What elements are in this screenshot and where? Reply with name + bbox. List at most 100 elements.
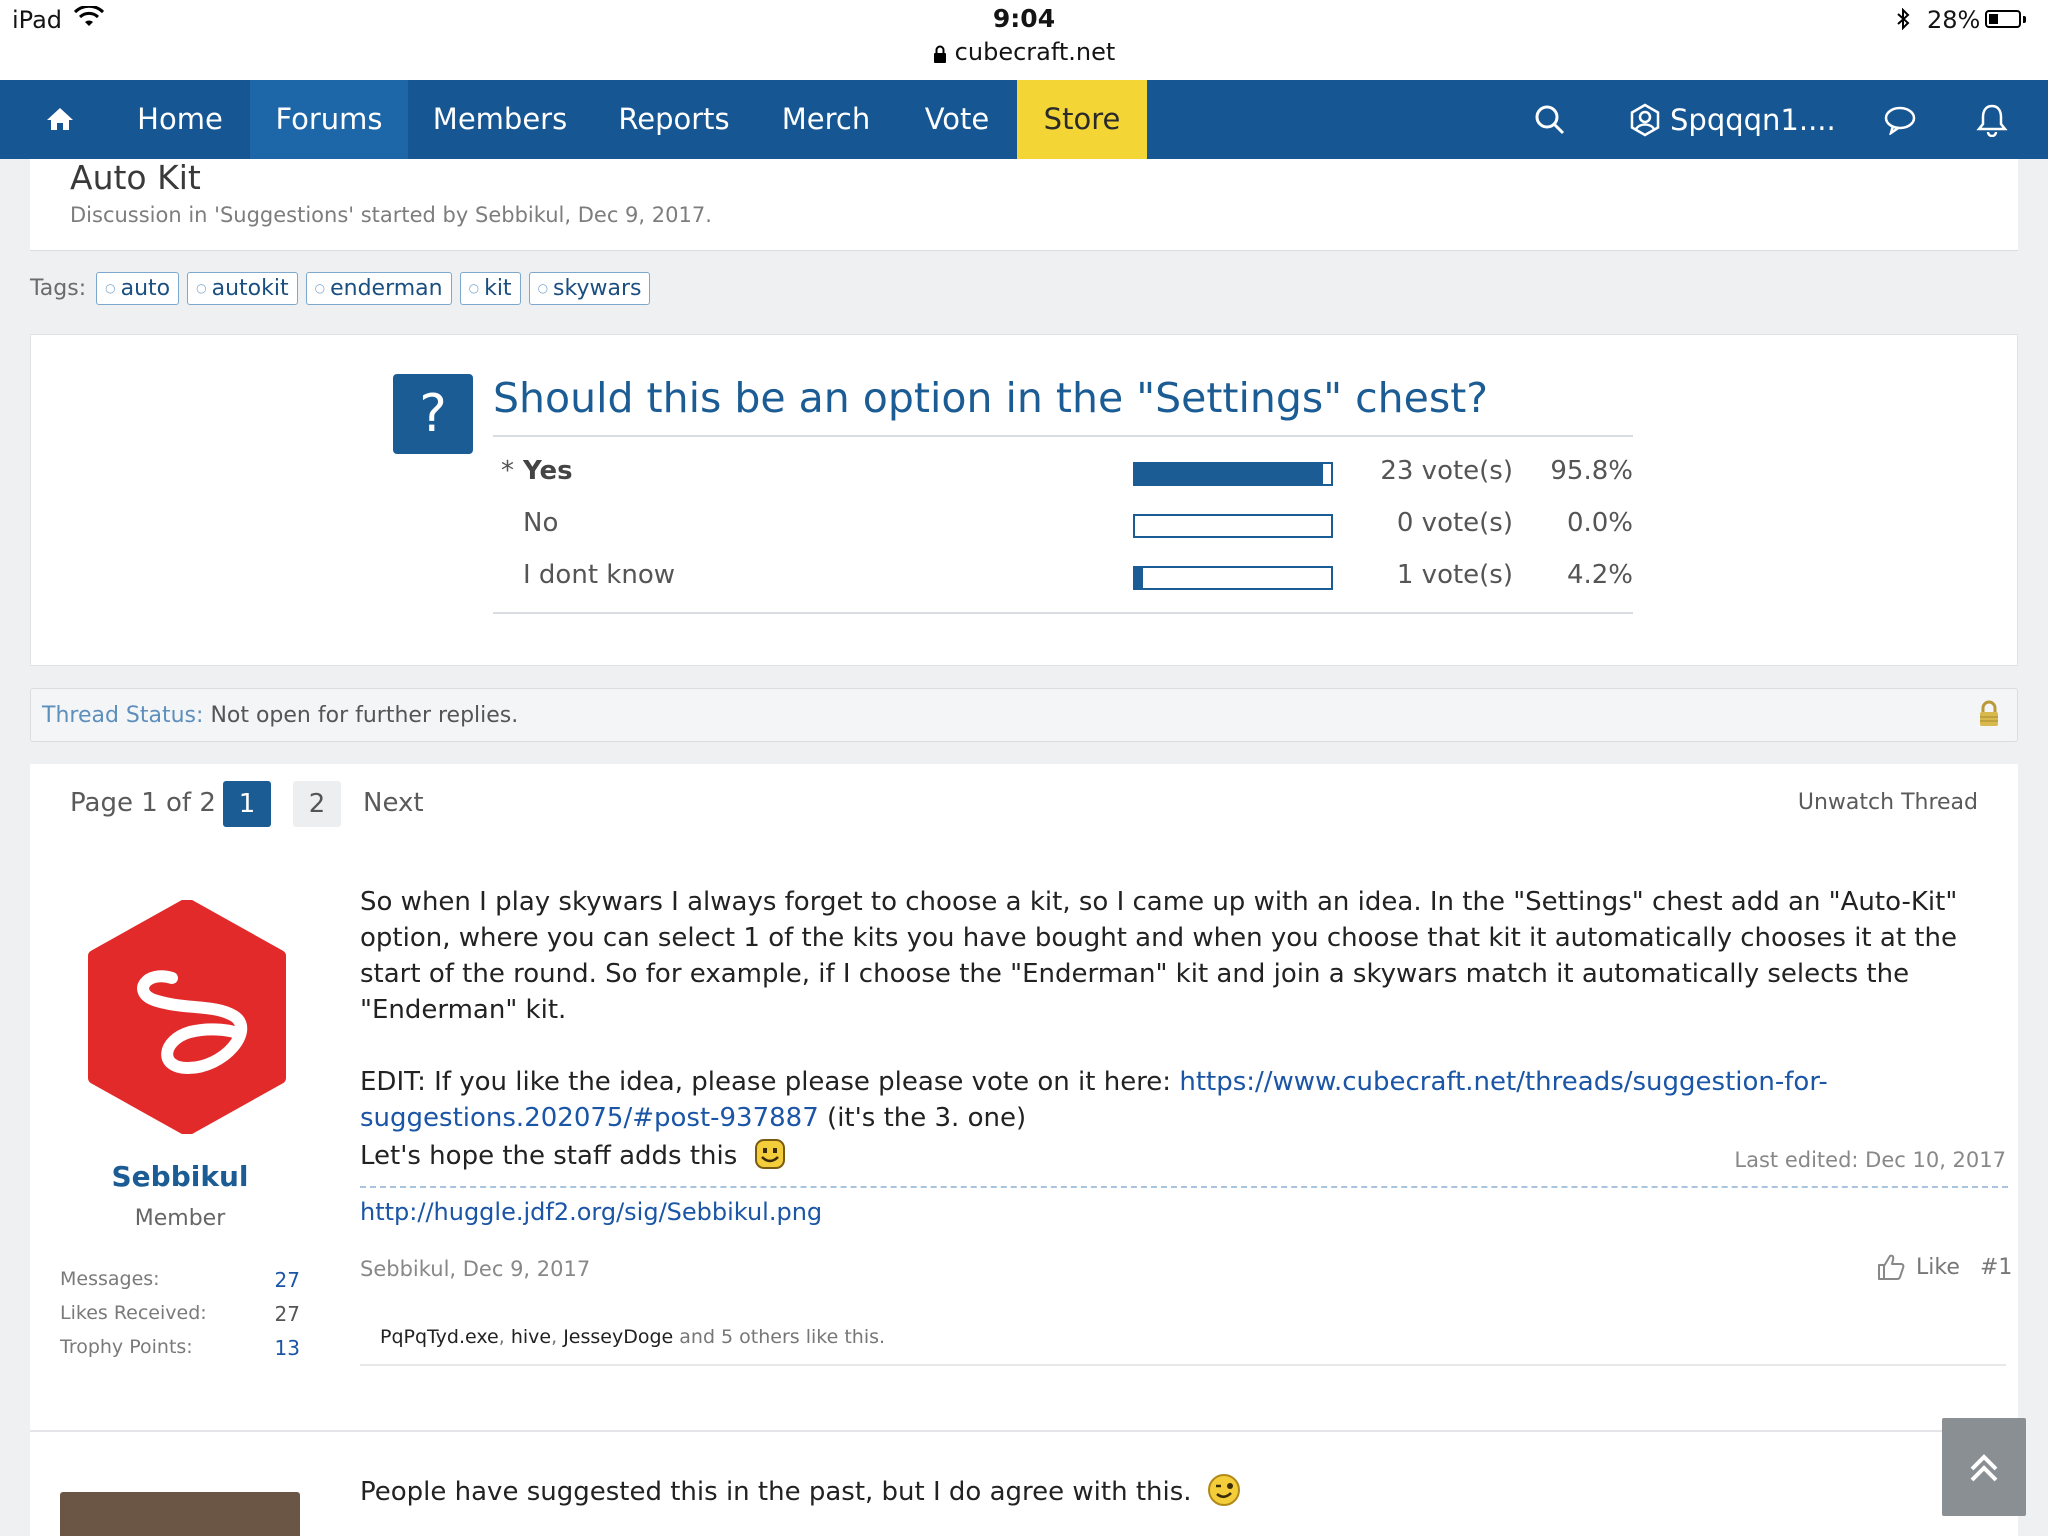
wink-emoji-icon (1206, 1472, 1242, 1508)
address-bar[interactable]: cubecraft.net (0, 38, 2048, 69)
user-avatar-icon (1630, 103, 1660, 136)
thread-status-text: Not open for further replies. (210, 703, 519, 728)
url-text: cubecraft.net (954, 38, 1116, 66)
lock-icon (933, 41, 947, 69)
poll-percent: 95.8% (1550, 456, 1633, 486)
poll-option-dont-know: I dont know 1 vote(s) 4.2% (493, 552, 1633, 604)
tags-label: Tags: (30, 276, 87, 301)
avatar[interactable] (60, 1492, 300, 1536)
edit-suffix: (it's the 3. one) (818, 1103, 1027, 1133)
post-author-username[interactable]: Sebbikul (60, 1160, 300, 1193)
poll-percent: 0.0% (1566, 508, 1633, 538)
nav-store[interactable]: Store (1017, 80, 1147, 159)
poll-bar (1133, 514, 1333, 538)
padlock-icon (1978, 700, 2000, 732)
poll-bar-fill (1135, 464, 1323, 484)
thread-status: Thread Status: Not open for further repl… (42, 703, 518, 728)
chat-bubble-icon (1884, 106, 1916, 135)
search-button[interactable] (1520, 80, 1580, 159)
poll-option-label: Yes (523, 456, 573, 486)
post-separator (30, 1430, 2018, 1432)
poll-votes: 23 vote(s) (1380, 456, 1513, 486)
stat-label: Likes Received: (60, 1302, 207, 1324)
thread-status-label: Thread Status: (42, 703, 204, 728)
post-text: People have suggested this in the past, … (360, 1477, 1192, 1507)
poll-bar (1133, 462, 1333, 486)
stat-value: 27 (274, 1302, 300, 1326)
tag-enderman[interactable]: enderman (305, 272, 452, 305)
thumbs-up-icon (1878, 1254, 1905, 1280)
battery-icon (1985, 10, 2021, 28)
last-edited: Last edited: Dec 10, 2017 (1734, 1148, 2006, 1172)
poll-option-label: No (523, 508, 559, 538)
poll-option-yes: * Yes 23 vote(s) 95.8% (493, 448, 1633, 500)
tag-auto[interactable]: auto (96, 272, 180, 305)
thread-title: Auto Kit (70, 158, 201, 197)
poll-divider-bottom (493, 612, 1633, 614)
unwatch-thread-link[interactable]: Unwatch Thread (1700, 790, 1978, 815)
post-meta[interactable]: Sebbikul, Dec 9, 2017 (360, 1257, 590, 1281)
liker-name[interactable]: PqPqTyd.exe (380, 1326, 499, 1348)
post-body: So when I play skywars I always forget t… (360, 884, 2000, 1174)
question-icon: ? (393, 374, 473, 454)
double-chevron-up-icon (1970, 1454, 1998, 1482)
hope-text: Let's hope the staff adds this (360, 1141, 738, 1171)
bluetooth-icon (1896, 7, 1910, 36)
poll-votes: 1 vote(s) (1396, 560, 1513, 590)
signature-link[interactable]: http://huggle.jdf2.org/sig/Sebbikul.png (360, 1198, 822, 1226)
account-menu[interactable]: Spqqqn1.... (1628, 80, 1838, 159)
scroll-to-top-button[interactable] (1942, 1418, 2026, 1516)
post-number[interactable]: #1 (1980, 1255, 2012, 1280)
next-page-link[interactable]: Next (363, 788, 424, 818)
nav-forums[interactable]: Forums (250, 80, 408, 159)
liker-name[interactable]: JesseyDoge (563, 1326, 673, 1348)
nav-vote[interactable]: Vote (900, 80, 1014, 159)
tag-list: Tags: auto autokit enderman kit skywars (30, 272, 651, 305)
nav-merch[interactable]: Merch (766, 80, 886, 159)
alerts-button[interactable] (1962, 80, 2022, 159)
liker-name[interactable]: hive (511, 1326, 551, 1348)
avatar[interactable] (84, 898, 290, 1136)
stat-value[interactable]: 13 (240, 1336, 300, 1360)
post-paragraph: So when I play skywars I always forget t… (360, 887, 1958, 1025)
edit-prefix: EDIT: If you like the idea, please pleas… (360, 1067, 1180, 1097)
battery-percent: 28% (1927, 6, 1981, 34)
page-1-button[interactable]: 1 (223, 781, 271, 827)
likes-suffix[interactable]: and 5 others like this. (679, 1326, 885, 1348)
thread-description: Discussion in 'Suggestions' started by S… (70, 203, 712, 227)
post-body: People have suggested this in the past, … (360, 1472, 1242, 1508)
clock: 9:04 (992, 4, 1056, 33)
poll-percent: 4.2% (1566, 560, 1633, 590)
conversations-button[interactable] (1870, 80, 1930, 159)
poll-bar-fill (1135, 568, 1144, 588)
poll-option-label: I dont know (523, 560, 675, 590)
page-indicator: Page 1 of 2 (70, 788, 216, 818)
nav-members[interactable]: Members (420, 80, 580, 159)
page-2-button[interactable]: 2 (293, 781, 341, 827)
post-author-title: Member (134, 1206, 226, 1231)
battery-tip (2023, 16, 2026, 23)
nav-reports[interactable]: Reports (596, 80, 752, 159)
smile-emoji-icon (752, 1136, 788, 1172)
home-nav-link[interactable] (0, 80, 120, 159)
poll-bar (1133, 566, 1333, 590)
home-icon (47, 108, 73, 130)
stat-value[interactable]: 27 (240, 1268, 300, 1292)
nav-home[interactable]: Home (120, 80, 240, 159)
like-button[interactable]: Like (1876, 1252, 1960, 1282)
stat-label: Messages: (60, 1268, 160, 1290)
poll-question: Should this be an option in the "Setting… (493, 374, 1489, 422)
poll-votes: 0 vote(s) (1396, 508, 1513, 538)
tag-kit[interactable]: kit (459, 272, 521, 305)
bell-icon (1976, 104, 2008, 137)
likes-text: PqPqTyd.exe, hive, JesseyDoge and 5 othe… (380, 1326, 886, 1348)
voted-marker: * (501, 456, 514, 486)
poll-divider-top (493, 435, 1633, 437)
main-nav: Home Forums Members Reports Merch Vote S… (0, 80, 2048, 159)
account-username: Spqqqn1.... (1670, 102, 1836, 137)
poll-option-no: No 0 vote(s) 0.0% (493, 500, 1633, 552)
search-icon (1535, 105, 1565, 134)
tag-skywars[interactable]: skywars (528, 272, 651, 305)
like-label: Like (1916, 1254, 1960, 1280)
tag-autokit[interactable]: autokit (187, 272, 298, 305)
